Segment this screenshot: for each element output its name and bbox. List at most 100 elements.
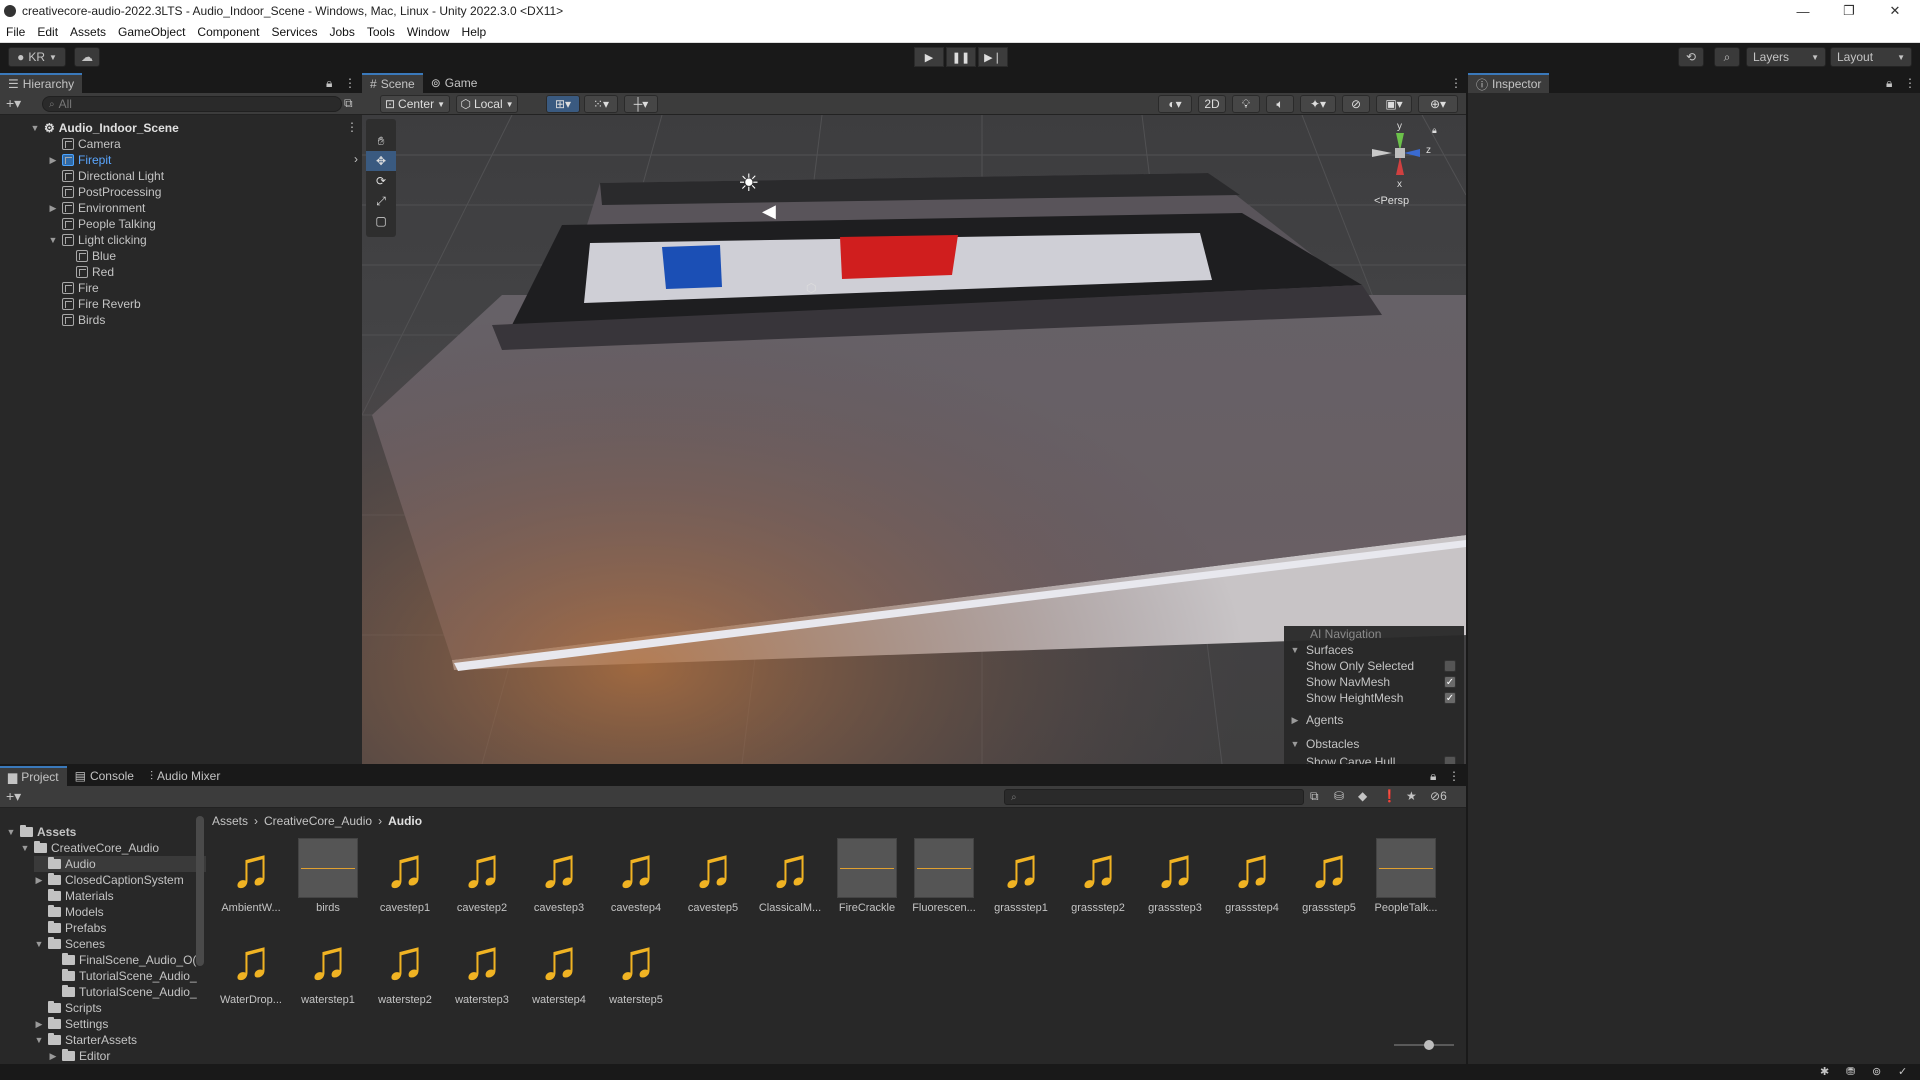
close-button[interactable]: ✕ [1872, 0, 1918, 22]
hierarchy-item[interactable]: Blue [62, 248, 116, 264]
check-icon[interactable]: ✓ [1898, 1065, 1907, 1078]
account-dropdown[interactable]: ● KR ▼ [8, 47, 66, 67]
show-heightmesh-row[interactable]: Show HeightMesh ✓ [1284, 690, 1464, 706]
folder-tree-item[interactable]: ▶ Editor [48, 1048, 110, 1064]
grid-visibility-toggle[interactable]: ⁙▾ [584, 95, 618, 113]
folder-tree-item[interactable]: ▼ Scenes [34, 936, 105, 952]
filter-icon[interactable]: ⛁ [1334, 789, 1344, 803]
audio-asset[interactable]: ♫ AmbientW... [214, 838, 288, 918]
audio-asset[interactable]: ♫ waterstep1 [291, 930, 365, 1010]
audio-asset[interactable]: FireCrackle [830, 838, 904, 918]
tab-project[interactable]: ▆ Project [0, 766, 67, 786]
hidden-objects-toggle[interactable]: ⊘ [1342, 95, 1370, 113]
folder-tree-item[interactable]: ▶ ClosedCaptionSystem [34, 872, 184, 888]
label-icon[interactable]: ◆ [1358, 789, 1367, 803]
show-navmesh-checkbox[interactable]: ✓ [1444, 676, 1456, 688]
agents-foldout[interactable]: ▶ Agents [1284, 712, 1464, 728]
hierarchy-item[interactable]: PostProcessing [48, 184, 161, 200]
scale-tool-button[interactable]: ⤢ [366, 191, 396, 211]
more-icon[interactable]: ⋮ [344, 76, 356, 90]
audio-asset[interactable]: ♫ grassstep1 [984, 838, 1058, 918]
tab-hierarchy[interactable]: ☰ Hierarchy [0, 73, 83, 93]
tab-game[interactable]: ⊚ Game [423, 73, 486, 93]
audio-toggle[interactable]: 🔈︎ [1266, 95, 1294, 113]
audio-asset[interactable]: ♫ grassstep2 [1061, 838, 1135, 918]
folder-tree-item[interactable]: ▶ Settings [34, 1016, 108, 1032]
lock-icon[interactable]: 🔒︎ [1432, 125, 1437, 136]
hand-tool-button[interactable]: ✋︎ [366, 131, 396, 151]
show-navmesh-row[interactable]: Show NavMesh ✓ [1284, 674, 1464, 690]
menu-assets[interactable]: Assets [64, 25, 112, 39]
audio-asset[interactable]: ♫ cavestep1 [368, 838, 442, 918]
menu-help[interactable]: Help [456, 25, 493, 39]
search-by-type-icon[interactable]: ⧉ [1310, 789, 1319, 804]
cloud-button[interactable]: ☁ [74, 47, 100, 67]
tree-scrollbar[interactable] [196, 816, 204, 966]
audio-asset[interactable]: Fluorescen... [907, 838, 981, 918]
expand-arrow-icon[interactable]: ▶ [34, 1019, 44, 1030]
menu-file[interactable]: File [0, 25, 31, 39]
cache-icon[interactable]: ⛃ [1846, 1065, 1855, 1078]
expand-arrow-icon[interactable]: ▶ [34, 875, 44, 886]
more-icon[interactable]: ⋮ [1448, 769, 1460, 783]
undo-history-button[interactable]: ⟲ [1678, 47, 1704, 67]
hierarchy-item[interactable]: ▼ Light clicking [48, 232, 147, 248]
move-tool-button[interactable]: ✥ [366, 151, 396, 171]
expand-arrow-icon[interactable]: ▶ [48, 155, 58, 166]
space-dropdown[interactable]: ⬡ Local ▼ [456, 95, 518, 113]
zoom-slider-thumb[interactable] [1424, 1040, 1434, 1050]
expand-arrow-icon[interactable]: ▼ [30, 123, 40, 133]
folder-tree-item[interactable]: Scripts [34, 1000, 102, 1016]
menu-component[interactable]: Component [191, 25, 265, 39]
hierarchy-item[interactable]: ▶ Firepit [48, 152, 112, 168]
step-button[interactable]: ▶❘ [978, 47, 1008, 67]
maximize-button[interactable]: ❐ [1826, 0, 1872, 22]
increment-snap-toggle[interactable]: ┼▾ [624, 95, 658, 113]
rotate-tool-button[interactable]: ⟳ [366, 171, 396, 191]
lock-icon[interactable]: 🔒︎ [1886, 76, 1892, 91]
pivot-dropdown[interactable]: ⊡ Center ▼ [380, 95, 450, 113]
effects-dropdown[interactable]: ✦▾ [1300, 95, 1336, 113]
audio-asset[interactable]: PeopleTalk... [1369, 838, 1443, 918]
audio-asset[interactable]: ♫ cavestep4 [599, 838, 673, 918]
hierarchy-item[interactable]: Camera [48, 136, 121, 152]
play-button[interactable]: ▶ [914, 47, 944, 67]
scene-root[interactable]: ▼ ⚙ Audio_Indoor_Scene [30, 120, 179, 136]
gizmos-dropdown[interactable]: ⊕▾ [1418, 95, 1458, 113]
folder-tree-item[interactable]: ▼ CreativeCore_Audio [20, 840, 159, 856]
zoom-slider[interactable] [1394, 1040, 1454, 1050]
project-search[interactable]: ⌕ [1004, 789, 1304, 805]
folder-tree-item[interactable]: Prefabs [34, 920, 106, 936]
camera-dropdown[interactable]: ▣▾ [1376, 95, 1412, 113]
audio-asset[interactable]: ♫ cavestep3 [522, 838, 596, 918]
expand-arrow-icon[interactable]: ▶ [48, 203, 58, 214]
orientation-gizmo[interactable]: y z x <Persp 🔒︎ [1352, 121, 1452, 213]
expand-arrow-icon[interactable]: ▼ [34, 939, 44, 949]
expand-arrow-icon[interactable]: ▼ [34, 1035, 44, 1045]
hidden-packages-toggle[interactable]: ⊘6 [1430, 789, 1447, 803]
2d-toggle[interactable]: 2D [1198, 95, 1226, 113]
show-carve-hull-checkbox[interactable] [1444, 756, 1456, 764]
folder-tree-item[interactable]: ▼ StarterAssets [34, 1032, 137, 1048]
hierarchy-item[interactable]: People Talking [48, 216, 156, 232]
lock-icon[interactable]: 🔒︎ [1430, 769, 1436, 784]
menu-services[interactable]: Services [265, 25, 323, 39]
light-gizmo-icon[interactable]: ☀ [738, 169, 760, 198]
show-only-selected-row[interactable]: Show Only Selected [1284, 658, 1464, 674]
show-carve-hull-row[interactable]: Show Carve Hull [1284, 754, 1464, 764]
audio-asset[interactable]: ♫ cavestep2 [445, 838, 519, 918]
hierarchy-item[interactable]: Birds [48, 312, 105, 328]
audio-asset[interactable]: birds [291, 838, 365, 918]
pause-button[interactable]: ❚❚ [946, 47, 976, 67]
search-button[interactable]: ⌕ [1714, 47, 1740, 67]
folder-tree-item[interactable]: FinalScene_Audio_O( [48, 952, 196, 968]
network-icon[interactable]: ⊚ [1872, 1065, 1881, 1078]
favorite-icon[interactable]: ★ [1406, 789, 1417, 803]
folder-tree-item[interactable]: Materials [34, 888, 114, 904]
audio-asset[interactable]: ♫ waterstep5 [599, 930, 673, 1010]
folder-tree-item[interactable]: TutorialScene_Audio_ [48, 968, 197, 984]
layers-dropdown[interactable]: Layers ▼ [1746, 47, 1826, 67]
projection-label[interactable]: <Persp [1374, 195, 1409, 207]
add-icon[interactable]: +▾ [6, 788, 21, 805]
hierarchy-item[interactable]: Fire [48, 280, 99, 296]
